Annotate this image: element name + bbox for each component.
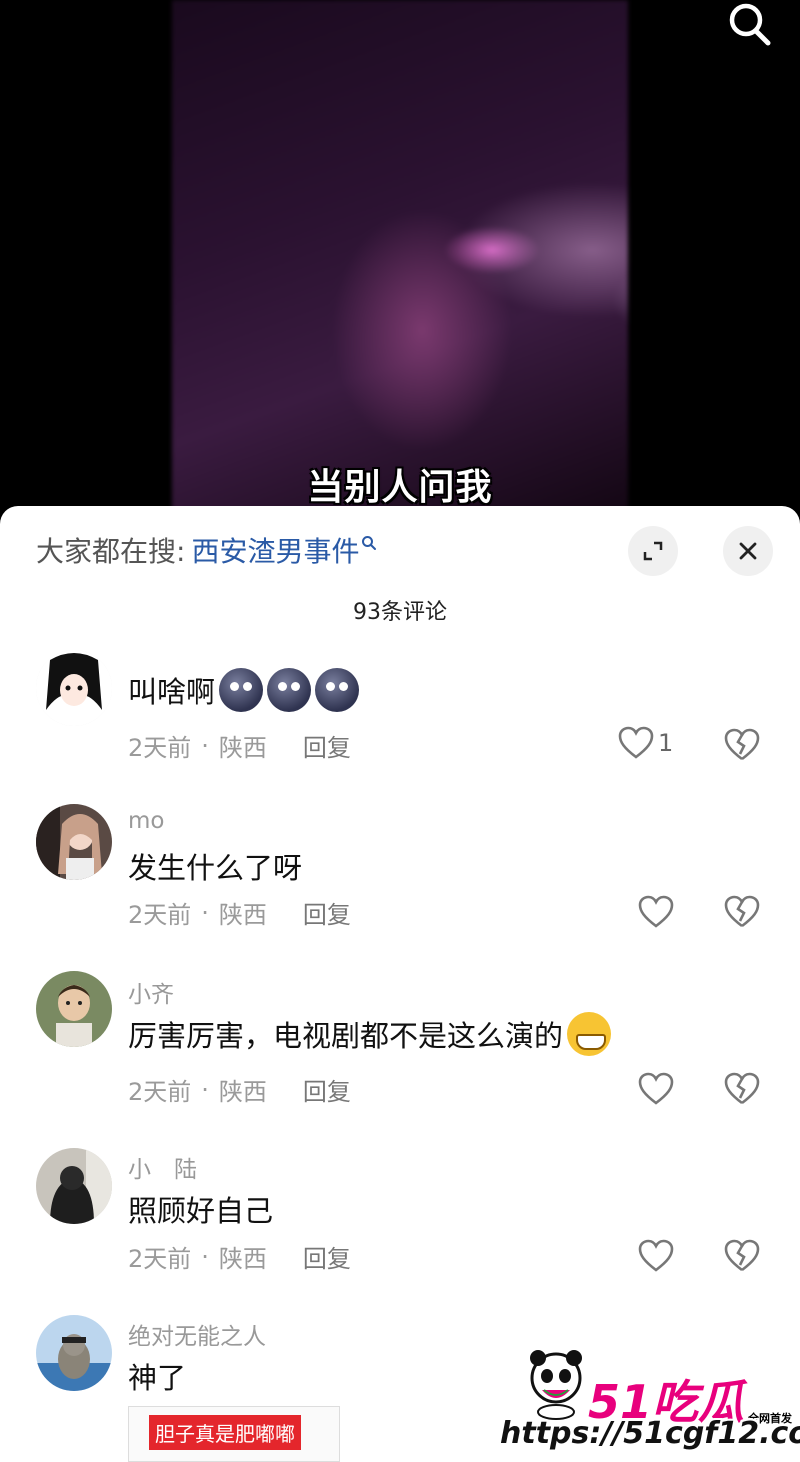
- like-button[interactable]: [638, 1239, 674, 1273]
- avatar[interactable]: [36, 650, 112, 726]
- comment-username[interactable]: 绝对无能之人: [128, 1317, 266, 1351]
- like-button[interactable]: 1: [618, 726, 673, 760]
- comment-sticker-image[interactable]: 胆子真是肥嘟嘟: [128, 1406, 340, 1462]
- separator-dot: ·: [201, 1075, 209, 1104]
- broken-heart-icon: [724, 895, 760, 928]
- comment-time: 2天前: [128, 1078, 192, 1106]
- comment-time: 2天前: [128, 734, 192, 762]
- trending-search[interactable]: 大家都在搜: 西安渣男事件: [36, 528, 377, 572]
- comment-meta: 2天前 · 陕西 回复: [128, 1072, 351, 1107]
- comment-count: 93条评论: [353, 600, 447, 625]
- grinning-sweat-emoji: [567, 1012, 612, 1056]
- comment-meta: 2天前 · 陕西 回复: [128, 728, 351, 763]
- broken-heart-icon: [724, 1072, 760, 1105]
- close-button[interactable]: [723, 526, 773, 576]
- panda-mascot-logo: [530, 1350, 582, 1420]
- watermark-url: https://51cgf12.com: [500, 1416, 800, 1451]
- comment-time: 2天前: [128, 1245, 192, 1273]
- comment-text: 叫啥啊: [128, 668, 360, 712]
- avatar[interactable]: [36, 1315, 112, 1391]
- comment-time: 2天前: [128, 901, 192, 929]
- video-frame: [172, 0, 628, 520]
- comment-username[interactable]: 小 陆: [128, 1150, 197, 1184]
- moon-face-emoji: [315, 668, 360, 712]
- dislike-button[interactable]: [724, 1239, 760, 1277]
- comment-text: 照顾好自己: [128, 1194, 274, 1228]
- comment-sheet: 大家都在搜: 西安渣男事件 93条评论: [0, 506, 800, 1462]
- heart-icon: [638, 1072, 674, 1105]
- close-icon: [739, 542, 757, 560]
- separator-dot: ·: [201, 1242, 209, 1271]
- site-watermark: 51吃瓜 全网首发 https://51cgf12.com: [500, 1348, 800, 1462]
- comment-text-content: 厉害厉害，电视剧都不是这么演的: [128, 1019, 564, 1053]
- avatar[interactable]: [36, 971, 112, 1047]
- avatar[interactable]: [36, 804, 112, 880]
- comment-username[interactable]: 小齐: [128, 975, 174, 1009]
- dislike-button[interactable]: [724, 1072, 760, 1110]
- broken-heart-icon: [724, 728, 760, 761]
- like-count: 1: [658, 729, 674, 757]
- like-button[interactable]: [638, 1072, 674, 1106]
- broken-heart-icon: [724, 1239, 760, 1272]
- comment-location: 陕西: [218, 734, 267, 762]
- comment-meta: 2天前 · 陕西 回复: [128, 895, 351, 930]
- comment-location: 陕西: [218, 1078, 267, 1106]
- comment-meta: 2天前 · 陕西 回复: [128, 1239, 351, 1274]
- comment-location: 陕西: [218, 901, 267, 929]
- reply-button[interactable]: 回复: [303, 895, 351, 930]
- comment-username[interactable]: mo: [128, 808, 164, 834]
- trending-search-prefix: 大家都在搜:: [36, 535, 186, 568]
- search-icon: [729, 3, 771, 46]
- heart-icon: [638, 1239, 674, 1272]
- comment-text: 厉害厉害，电视剧都不是这么演的: [128, 1012, 612, 1056]
- reply-button[interactable]: 回复: [303, 1072, 351, 1107]
- comment-location: 陕西: [218, 1245, 267, 1273]
- search-button[interactable]: [722, 0, 778, 50]
- comment-text: 发生什么了呀: [128, 851, 303, 885]
- sticker-caption: 胆子真是肥嘟嘟: [149, 1415, 301, 1450]
- video-player[interactable]: 当别人问我: [0, 0, 800, 520]
- like-button[interactable]: [638, 895, 674, 929]
- moon-face-emoji: [267, 668, 312, 712]
- heart-icon: [618, 726, 654, 759]
- dislike-button[interactable]: [724, 728, 760, 766]
- moon-face-emoji: [219, 668, 264, 712]
- search-icon: [362, 536, 377, 550]
- video-subtitle: 当别人问我: [307, 467, 493, 508]
- comment-text-content: 叫啥啊: [128, 675, 216, 709]
- trending-search-term[interactable]: 西安渣男事件: [191, 530, 359, 570]
- reply-button[interactable]: 回复: [303, 728, 351, 763]
- separator-dot: ·: [201, 898, 209, 927]
- separator-dot: ·: [201, 731, 209, 760]
- comment-text: 神了: [128, 1361, 187, 1395]
- heart-icon: [638, 895, 674, 928]
- avatar[interactable]: [36, 1148, 112, 1224]
- reply-button[interactable]: 回复: [303, 1239, 351, 1274]
- expand-icon: [643, 541, 663, 561]
- dislike-button[interactable]: [724, 895, 760, 933]
- expand-button[interactable]: [628, 526, 678, 576]
